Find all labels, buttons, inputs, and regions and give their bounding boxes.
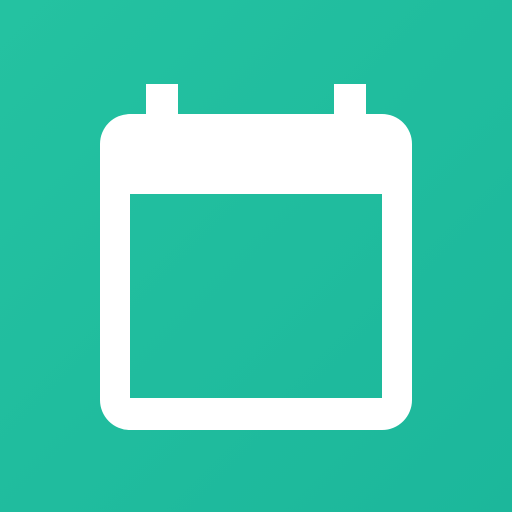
calendar-icon xyxy=(100,84,412,430)
calendar-frame xyxy=(100,114,412,430)
app-icon-background xyxy=(0,0,512,512)
